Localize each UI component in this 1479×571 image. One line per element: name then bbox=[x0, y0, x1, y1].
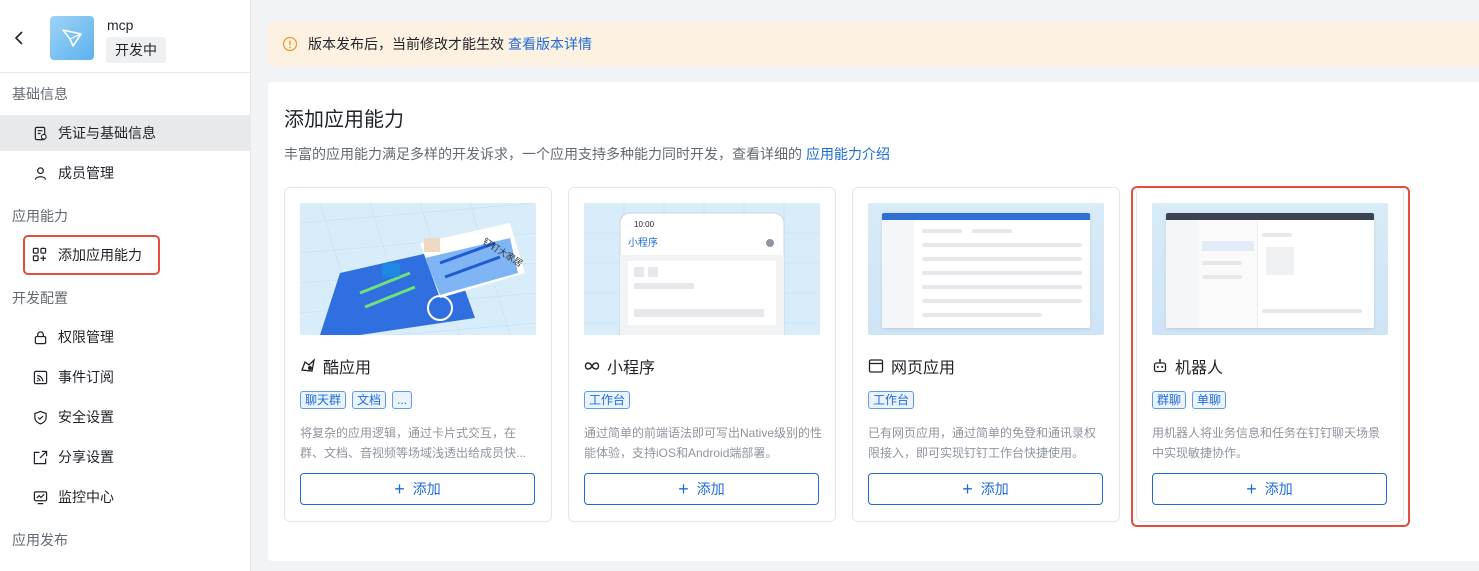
capability-panel: 添加应用能力 丰富的应用能力满足多样的开发诉求，一个应用支持多种能力同时开发，查… bbox=[268, 82, 1479, 561]
sidebar-item-label: 安全设置 bbox=[58, 409, 114, 425]
page-title: 添加应用能力 bbox=[284, 109, 404, 131]
version-details-link[interactable]: 查看版本详情 bbox=[508, 34, 592, 54]
robot-icon bbox=[1152, 358, 1168, 374]
status-badge: 开发中 bbox=[106, 37, 166, 63]
sidebar-item-label: 添加应用能力 bbox=[58, 247, 142, 263]
capability-card-robot: 机器人 群聊 单聊 用机器人将业务信息和任务在钉钉聊天场景中实现敏捷协作。 + 添… bbox=[1136, 187, 1404, 522]
sidebar-item-label: 成员管理 bbox=[58, 165, 114, 181]
tag: 工作台 bbox=[584, 391, 631, 409]
panel-description: 丰富的应用能力满足多样的开发诉求，一个应用支持多种能力同时开发，查看详细的 应用能… bbox=[284, 144, 890, 164]
capability-intro-link[interactable]: 应用能力介绍 bbox=[806, 146, 890, 162]
card-tags: 聊天群 文档 ... bbox=[300, 391, 413, 409]
plus-icon: + bbox=[394, 479, 405, 499]
warning-icon bbox=[282, 36, 298, 52]
sidebar-item-label: 凭证与基础信息 bbox=[58, 125, 156, 141]
card-description: 已有网页应用，通过简单的免登和通讯录权限接入，即可实现钉钉工作台快捷使用。 bbox=[868, 426, 1097, 460]
tag: 文档 bbox=[352, 391, 387, 409]
share-icon bbox=[32, 449, 48, 465]
tag: 聊天群 bbox=[300, 391, 347, 409]
sidebar-item-label: 监控中心 bbox=[58, 489, 114, 505]
back-button[interactable] bbox=[10, 27, 28, 49]
add-robot-button[interactable]: + 添加 bbox=[1152, 473, 1387, 505]
shield-icon bbox=[32, 409, 48, 425]
rss-icon bbox=[32, 369, 48, 385]
group-title-publish: 应用发布 bbox=[12, 532, 68, 548]
mini-program-thumbnail: 10:00 小程序 bbox=[584, 203, 820, 335]
card-description: 将复杂的应用逻辑，通过卡片式交互，在群、文档、音视频等场域浅透出给成员快... bbox=[300, 426, 527, 460]
sidebar-item-members[interactable]: 成员管理 bbox=[0, 155, 251, 191]
tag-more[interactable]: ... bbox=[392, 391, 413, 409]
capability-card-mini-program: 10:00 小程序 小程序 工作台 通过简单的前端语法即可写出Native级别的… bbox=[568, 187, 836, 522]
cool-app-thumbnail: 钉钉大家居 bbox=[300, 203, 536, 335]
version-notice: 版本发布后，当前修改才能生效 查看版本详情 bbox=[268, 22, 1479, 66]
sidebar-item-add-capability[interactable]: 添加应用能力 bbox=[23, 235, 160, 275]
add-cool-app-button[interactable]: + 添加 bbox=[300, 473, 535, 505]
card-description: 通过简单的前端语法即可写出Native级别的性能体验，支持iOS和Android… bbox=[584, 426, 822, 460]
add-mini-program-button[interactable]: + 添加 bbox=[584, 473, 819, 505]
card-description: 用机器人将业务信息和任务在钉钉聊天场景中实现敏捷协作。 bbox=[1152, 426, 1381, 460]
tag: 单聊 bbox=[1192, 391, 1227, 409]
sidebar-item-security[interactable]: 安全设置 bbox=[0, 399, 251, 435]
sidebar-item-label: 分享设置 bbox=[58, 449, 114, 465]
chevron-left-icon bbox=[14, 31, 23, 45]
sidebar-item-monitor[interactable]: 监控中心 bbox=[0, 479, 251, 515]
card-tags: 群聊 单聊 bbox=[1152, 391, 1227, 409]
web-app-icon bbox=[868, 358, 884, 374]
plus-icon: + bbox=[678, 479, 689, 499]
thumbnail-title: 小程序 bbox=[628, 236, 658, 249]
app-logo-icon bbox=[62, 29, 82, 47]
tag: 群聊 bbox=[1152, 391, 1187, 409]
card-title: 小程序 bbox=[584, 354, 655, 378]
mini-program-icon bbox=[584, 358, 600, 374]
sidebar-item-permissions[interactable]: 权限管理 bbox=[0, 319, 251, 355]
grid-add-icon bbox=[32, 247, 48, 263]
card-title: 网页应用 bbox=[868, 354, 955, 378]
panel-desc-text: 丰富的应用能力满足多样的开发诉求，一个应用支持多种能力同时开发，查看详细的 bbox=[284, 146, 802, 162]
user-icon bbox=[32, 165, 48, 181]
add-web-app-button[interactable]: + 添加 bbox=[868, 473, 1103, 505]
sidebar: mcp 开发中 基础信息 凭证与基础信息 成员管理 应用能力 添加应用能力 开发… bbox=[0, 0, 251, 571]
tag: 工作台 bbox=[868, 391, 915, 409]
app-logo bbox=[50, 16, 94, 60]
sidebar-item-label: 权限管理 bbox=[58, 329, 114, 345]
group-title-dev-config: 开发配置 bbox=[12, 290, 68, 306]
monitor-icon bbox=[32, 489, 48, 505]
document-icon bbox=[32, 125, 48, 141]
card-tags: 工作台 bbox=[868, 391, 915, 409]
sidebar-item-credentials[interactable]: 凭证与基础信息 bbox=[0, 115, 251, 151]
web-app-thumbnail bbox=[868, 203, 1104, 335]
plus-icon: + bbox=[1246, 479, 1257, 499]
lock-icon bbox=[32, 329, 48, 345]
notice-text: 版本发布后，当前修改才能生效 bbox=[308, 36, 504, 52]
group-title-basic: 基础信息 bbox=[12, 86, 68, 102]
capability-card-web-app: 网页应用 工作台 已有网页应用，通过简单的免登和通讯录权限接入，即可实现钉钉工作… bbox=[852, 187, 1120, 522]
thumbnail-time: 10:00 bbox=[634, 220, 655, 229]
card-title: 机器人 bbox=[1152, 354, 1223, 378]
cool-app-icon bbox=[300, 358, 316, 374]
app-name: mcp bbox=[107, 17, 134, 33]
capability-card-cool-app: 钉钉大家居 酷应用 聊天群 文档 ... 将复杂的应用逻辑，通过卡片式交互，在群… bbox=[284, 187, 552, 522]
app-header: mcp 开发中 bbox=[0, 0, 251, 73]
card-tags: 工作台 bbox=[584, 391, 631, 409]
sidebar-item-share[interactable]: 分享设置 bbox=[0, 439, 251, 475]
group-title-capability: 应用能力 bbox=[12, 208, 68, 224]
plus-icon: + bbox=[962, 479, 973, 499]
robot-thumbnail bbox=[1152, 203, 1388, 335]
sidebar-item-events[interactable]: 事件订阅 bbox=[0, 359, 251, 395]
card-title: 酷应用 bbox=[300, 354, 371, 378]
sidebar-item-label: 事件订阅 bbox=[58, 369, 114, 385]
